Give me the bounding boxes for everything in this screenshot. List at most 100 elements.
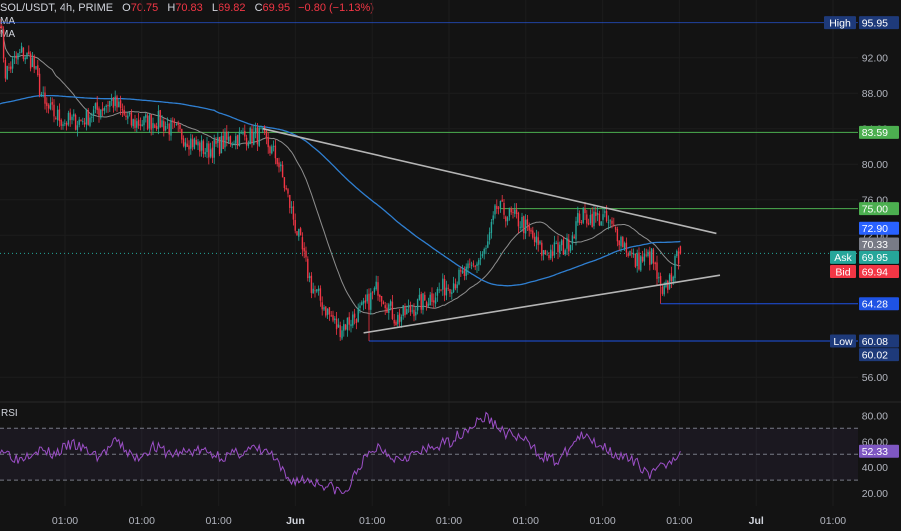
candle-body (415, 311, 417, 316)
candle-body (521, 216, 523, 228)
candle-body (231, 143, 233, 146)
price-tick-label: 80.00 (862, 159, 888, 171)
candle-body (227, 136, 230, 142)
candle-body (193, 138, 196, 149)
ask-tag[interactable]: Ask 69.95 (830, 250, 899, 264)
candle-body (609, 220, 611, 222)
candle-body (269, 146, 271, 154)
ma-slow-line (0, 94, 681, 287)
candle-body (80, 120, 82, 121)
candle-body (0, 25, 1, 28)
candle-body (258, 127, 260, 146)
level-75-tag[interactable]: 75.00 (859, 202, 899, 215)
candle-body (407, 305, 410, 308)
candle-body (60, 119, 62, 126)
candle-body (179, 124, 181, 129)
high-tag[interactable]: High 95.95 (824, 16, 899, 29)
level-7290-tag[interactable]: 72.90 (859, 221, 899, 235)
candle-body (56, 109, 59, 121)
level-64-tag[interactable]: 64.28 (859, 297, 899, 311)
candle-body (569, 244, 572, 251)
candle-body (586, 214, 588, 224)
candle-body (69, 112, 71, 121)
candle-body (38, 73, 41, 95)
candle-body (550, 249, 552, 259)
candle-body (168, 123, 170, 135)
candle-body (191, 139, 194, 148)
candle-body (377, 282, 379, 296)
candle-body (163, 121, 165, 132)
candle-body (85, 109, 88, 125)
candle-body (542, 250, 545, 255)
candle-body (58, 109, 61, 122)
candle-body (541, 242, 543, 256)
candle-body (463, 269, 466, 276)
candle-body (71, 116, 73, 120)
candle-body (501, 199, 503, 202)
candle-body (674, 255, 676, 279)
bid-tag[interactable]: Bid 69.94 (830, 265, 899, 278)
candle-body (91, 116, 93, 118)
candle-body (384, 305, 386, 308)
candle-body (335, 318, 338, 330)
candle-body (312, 288, 314, 294)
candle-body (605, 211, 608, 222)
candle-body (467, 263, 469, 269)
candle-body (161, 120, 163, 127)
candle-body (328, 307, 331, 315)
candle-body (591, 213, 593, 227)
candle-body (458, 269, 460, 285)
candle-body (406, 309, 408, 315)
candle-body (679, 246, 682, 254)
candle-body (139, 124, 142, 126)
trendline-resistance[interactable] (262, 127, 717, 235)
candle-body (281, 164, 284, 178)
candle-body (274, 145, 277, 159)
candle-body (652, 249, 655, 264)
candle-body (118, 101, 120, 108)
candle-body (503, 202, 505, 215)
level-75-tag-value: 75.00 (862, 203, 888, 215)
candle-body (323, 307, 325, 310)
candles (0, 19, 682, 342)
candle-body (438, 289, 440, 291)
candle-body (353, 313, 356, 318)
candle-body (164, 126, 167, 131)
candle-body (143, 116, 145, 126)
level-6002-tag-value: 60.02 (862, 349, 888, 361)
candle-body (325, 306, 327, 316)
candle-body (548, 255, 550, 259)
candle-body (211, 147, 214, 158)
candle-body (112, 97, 115, 108)
rsi-current-tag[interactable]: 52.33 (859, 444, 899, 458)
price-tick-label: 92.00 (862, 53, 888, 65)
candle-body (218, 136, 221, 155)
candle-body (350, 324, 352, 327)
candle-body (575, 221, 577, 240)
candle-body (334, 318, 336, 321)
candle-body (226, 131, 228, 140)
time-axis[interactable]: 01:00 01:00 01:00 Jun 01:00 01:00 01:00 01:00 01… (52, 515, 846, 527)
candle-body (299, 228, 302, 236)
candle-body (613, 224, 615, 226)
low-tag[interactable]: Low 60.08 (830, 334, 899, 348)
candle-body (393, 319, 395, 324)
price-axis[interactable]: 92.0088.0084.0080.0076.0072.0056.0080.00… (824, 16, 899, 500)
candle-body (607, 222, 610, 224)
candle-body (517, 212, 520, 227)
candle-body (352, 314, 354, 326)
ask-tag-label: Ask (834, 252, 852, 264)
candle-body (197, 141, 199, 146)
candle-body (650, 248, 653, 264)
candle-body (469, 263, 471, 265)
candle-body (35, 66, 37, 69)
candle-body (199, 142, 201, 152)
level-6002-tag[interactable]: 60.02 (859, 348, 899, 361)
level-7033-tag[interactable]: 70.33 (859, 237, 899, 251)
candle-body (472, 263, 475, 265)
bid-tag-label: Bid (835, 266, 850, 278)
rsi-pane[interactable] (0, 411, 858, 495)
price-chart[interactable]: 92.0088.0084.0080.0076.0072.0056.0080.00… (0, 0, 901, 531)
candle-body (103, 108, 106, 111)
level-83-tag[interactable]: 83.59 (859, 125, 899, 139)
